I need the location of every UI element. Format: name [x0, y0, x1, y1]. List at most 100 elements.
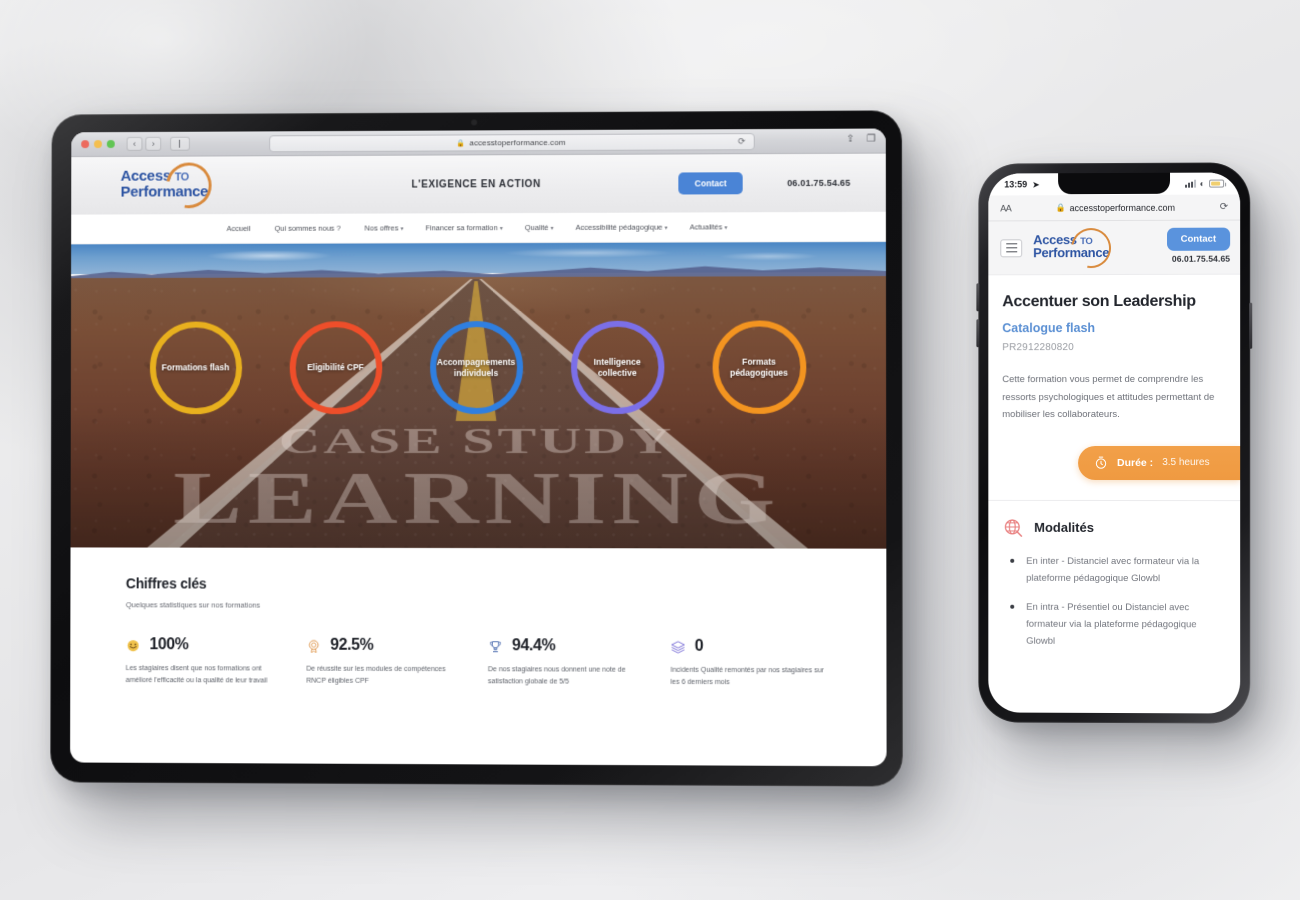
lock-icon: 🔒: [1055, 203, 1066, 213]
address-bar[interactable]: 🔒 accesstoperformance.com ⟳: [269, 133, 755, 153]
modalites-list: En inter - Distanciel avec formateur via…: [1002, 552, 1226, 650]
duration-value: 3.5 heures: [1162, 457, 1210, 469]
address-bar-center[interactable]: 🔒 accesstoperformance.com: [1056, 202, 1175, 212]
stat-card: 100% Les stagiaires disent que nos forma…: [126, 636, 283, 688]
hero-circle-links: Formations flash Eligibilité CPF Accompa…: [71, 320, 886, 415]
chevron-down-icon: ▾: [664, 225, 668, 232]
globe-icon: [1002, 517, 1024, 539]
close-window-icon[interactable]: [81, 140, 90, 149]
browser-nav-buttons[interactable]: ‹ ›: [126, 136, 162, 151]
stat-card: 94.4% De nos stagiaires nous donnent une…: [488, 637, 646, 689]
main-navigation[interactable]: Accueil Qui sommes nous ? Nos offres ▾ Fi…: [71, 211, 886, 245]
phone-screen: 13:59 ➤ ◐ AA 🔒 accesstoperformance.com ⟳…: [988, 172, 1241, 714]
logo-arc-icon: [1063, 219, 1119, 276]
contact-button[interactable]: Contact: [678, 172, 743, 195]
site-header: Access TO Performance L'EXIGENCE EN ACTI…: [71, 153, 886, 218]
back-icon[interactable]: ‹: [126, 136, 143, 151]
stat-header: 94.4%: [488, 637, 646, 656]
share-icon[interactable]: ⇪: [846, 134, 854, 145]
stat-description: Les stagiaires disent que nos formations…: [125, 665, 268, 685]
course-category[interactable]: Catalogue flash: [1002, 321, 1226, 335]
stat-description: De réussite sur les modules de compétenc…: [306, 665, 446, 686]
phone-site-logo[interactable]: Access TO Performance: [1033, 219, 1125, 276]
tablet-screen: ‹ › 🔒 accesstoperformance.com ⟳ ⇪ ❐ Acce…: [70, 128, 887, 767]
nav-item-qui-sommes-nous[interactable]: Qui sommes nous ?: [274, 224, 342, 233]
status-bar-left: 13:59 ➤: [1004, 179, 1039, 189]
duration-label: Durée :: [1116, 456, 1154, 469]
phone-header-phone-number[interactable]: 06.01.75.54.65: [1172, 254, 1230, 264]
stat-card: 92.5% De réussite sur les modules de com…: [306, 637, 464, 689]
status-time: 13:59: [1004, 179, 1028, 190]
reload-icon[interactable]: ⟳: [738, 136, 746, 147]
power-button[interactable]: [1249, 302, 1253, 349]
site-logo[interactable]: Access TO Performance: [121, 153, 228, 218]
stat-header: 100%: [126, 636, 283, 654]
volume-down-button[interactable]: [976, 319, 980, 348]
duration-badge-wrap: Durée : 3.5 heures: [1002, 445, 1241, 480]
key-figures-title: Chiffres clés: [125, 575, 207, 592]
volume-up-button[interactable]: [976, 283, 980, 312]
stat-value: 0: [694, 637, 704, 655]
phone-device: 13:59 ➤ ◐ AA 🔒 accesstoperformance.com ⟳…: [976, 162, 1253, 724]
certificate-icon: [306, 638, 321, 653]
hero-circle-accompagnements-individuels[interactable]: Accompagnements individuels: [429, 320, 523, 415]
nav-item-accessibilite-pedagogique[interactable]: Accessibilité pédagogique ▾: [576, 223, 668, 232]
nav-item-financer-sa-formation[interactable]: Financer sa formation ▾: [425, 223, 502, 232]
forward-icon[interactable]: ›: [145, 136, 162, 151]
text-size-icon[interactable]: AA: [1000, 203, 1011, 213]
hamburger-menu-icon[interactable]: [1000, 238, 1023, 257]
signal-icon: [1184, 179, 1196, 188]
hero-banner: CASE STUDY LEARNING Formations flash Eli…: [70, 241, 887, 549]
key-figures-subtitle: Quelques statistiques sur nos formations: [125, 600, 261, 610]
chevron-down-icon: ▾: [400, 226, 404, 233]
minimize-window-icon[interactable]: [94, 140, 102, 149]
header-phone-number[interactable]: 06.01.75.54.65: [787, 178, 850, 188]
chevron-down-icon: ▾: [724, 225, 728, 232]
stat-header: 92.5%: [306, 637, 464, 655]
hero-circle-eligibilite-cpf[interactable]: Eligibilité CPF: [289, 321, 382, 415]
key-figures-section: Chiffres clés Quelques statistiques sur …: [70, 547, 887, 711]
duration-badge: Durée : 3.5 heures: [1078, 445, 1241, 480]
hero-circle-intelligence-collective[interactable]: Intelligence collective: [570, 320, 664, 414]
tablet-camera: [471, 119, 478, 126]
reload-icon[interactable]: ⟳: [1220, 202, 1228, 213]
nav-item-accueil[interactable]: Accueil: [227, 224, 253, 233]
chevron-down-icon: ▾: [499, 226, 503, 233]
nav-item-actualites[interactable]: Actualités ▾: [690, 222, 728, 231]
stat-card: 0 Incidents Qualité remontés par nos sta…: [670, 638, 829, 690]
nav-item-nos-offres[interactable]: Nos offres ▾: [365, 223, 404, 232]
stat-header: 0: [670, 638, 829, 657]
tablet-device: ‹ › 🔒 accesstoperformance.com ⟳ ⇪ ❐ Acce…: [50, 110, 903, 787]
sidebar-toggle-icon[interactable]: [170, 136, 190, 151]
phone-contact-button[interactable]: Contact: [1166, 227, 1231, 251]
site-tagline: L'EXIGENCE EN ACTION: [411, 178, 541, 191]
course-title: Accentuer son Leadership: [1002, 292, 1196, 311]
stat-value: 100%: [149, 636, 189, 654]
smiley-icon: [127, 639, 139, 651]
tabs-icon[interactable]: ❐: [867, 134, 876, 145]
timer-icon: [1096, 456, 1107, 469]
hero-circle-formats-pedagogiques[interactable]: Formats pédagogiques: [712, 320, 806, 414]
lock-icon: 🔒: [456, 139, 466, 147]
location-arrow-icon: ➤: [1032, 180, 1040, 190]
chevron-down-icon: ▾: [550, 225, 554, 232]
list-item: En inter - Distanciel avec formateur via…: [1006, 552, 1226, 587]
address-bar-url: accesstoperformance.com: [1069, 202, 1176, 213]
modalites-header: Modalités: [1002, 517, 1226, 539]
browser-toolbar: ‹ › 🔒 accesstoperformance.com ⟳ ⇪ ❐: [71, 128, 886, 158]
window-traffic-lights[interactable]: [81, 140, 115, 149]
address-bar-url: accesstoperformance.com: [469, 137, 566, 148]
content-divider: [988, 499, 1241, 501]
stat-description: De nos stagiaires nous donnent une note …: [487, 666, 626, 686]
phone-site-header: Access TO Performance Contact 06.01.75.5…: [988, 219, 1241, 276]
hero-circle-formations-flash[interactable]: Formations flash: [149, 321, 242, 415]
logo-arc-icon: [157, 153, 221, 218]
battery-icon: [1209, 179, 1225, 188]
stat-value: 92.5%: [330, 636, 374, 654]
nav-item-qualite[interactable]: Qualité ▾: [525, 223, 554, 232]
stat-value: 94.4%: [511, 637, 556, 655]
maximize-window-icon[interactable]: [106, 140, 115, 149]
list-item: En intra - Présentiel ou Distanciel avec…: [1006, 599, 1226, 651]
browser-toolbar-right[interactable]: ⇪ ❐: [846, 134, 876, 145]
phone-address-bar[interactable]: AA 🔒 accesstoperformance.com ⟳: [988, 194, 1241, 222]
